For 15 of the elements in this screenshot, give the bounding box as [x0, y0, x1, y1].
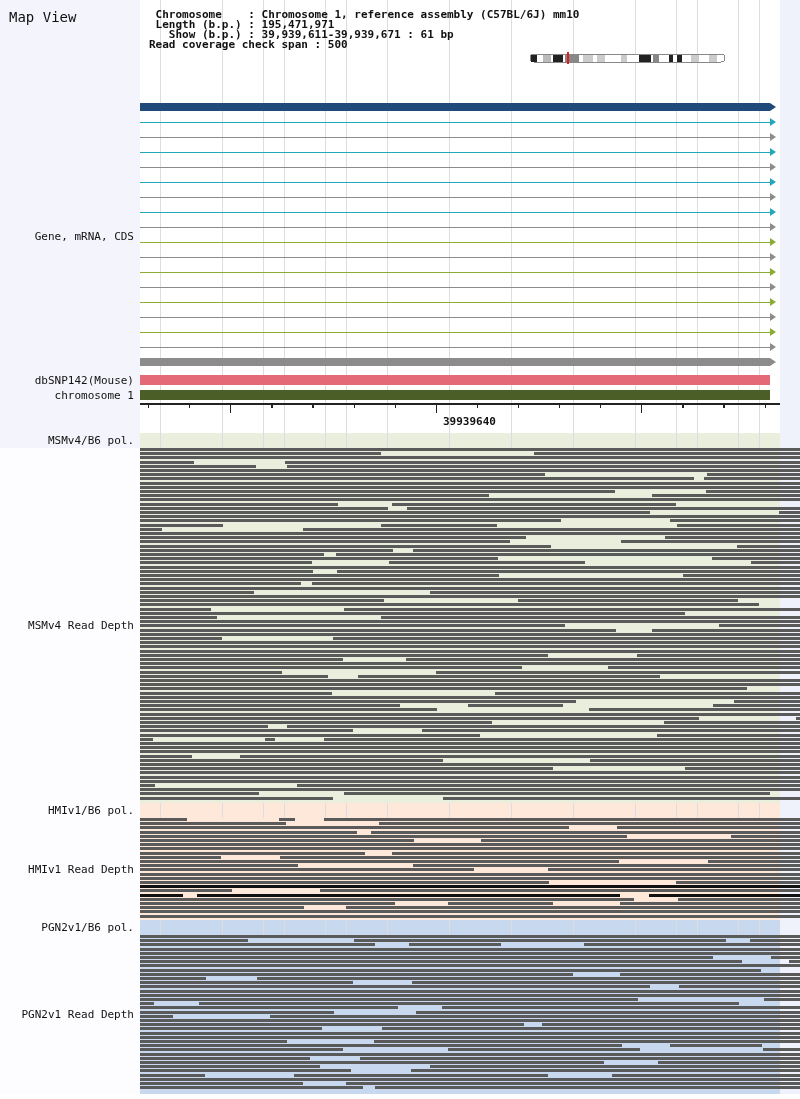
- info-line: Chromosome : Chromosome 1, reference assembly (C57BL/6J) mm10: [154, 10, 581, 20]
- track-label: HMIv1/B6 pol.: [47, 804, 134, 817]
- info-line: Show (b.p.) : 39,939,611-39,939,671 : 61 bp: [168, 30, 455, 40]
- track-label: HMIv1 Read Depth: [28, 862, 134, 876]
- ruler-label: 39939640: [443, 415, 496, 428]
- track-label: MSMv4/B6 pol.: [47, 434, 134, 447]
- track-label: MSMv4 Read Depth: [28, 619, 134, 632]
- map-view-title: Map View: [8, 8, 77, 25]
- info-line: Length (b.p.) : 195,471,971: [154, 20, 335, 30]
- track-label: chromosome 1: [54, 389, 134, 402]
- track-label: Gene, mRNA, CDS: [34, 230, 134, 243]
- track-label: PGN2v1 Read Depth: [21, 1008, 134, 1021]
- track-label: PGN2v1/B6 pol.: [41, 921, 134, 934]
- info-line: Read coverage check span : 500: [149, 40, 348, 50]
- track-label: dbSNP142(Mouse): [34, 374, 134, 387]
